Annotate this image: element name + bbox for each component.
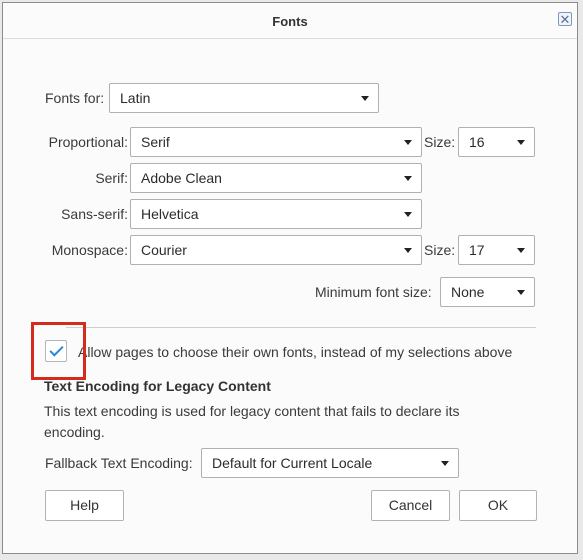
chevron-down-icon [404, 212, 412, 217]
monospace-label: Monospace: [51, 242, 128, 258]
chevron-down-icon [441, 461, 449, 466]
fonts-for-label: Fonts for: [45, 90, 105, 106]
close-button[interactable]: ✕ [558, 12, 572, 26]
chevron-down-icon [404, 140, 412, 145]
minimum-font-size-value: None [451, 284, 485, 300]
serif-value: Adobe Clean [141, 170, 222, 186]
allow-pages-label[interactable]: Allow pages to choose their own fonts, i… [78, 344, 512, 360]
serif-select[interactable]: Adobe Clean [130, 163, 422, 193]
text-encoding-description: This text encoding is used for legacy co… [44, 403, 460, 440]
chevron-down-icon [517, 248, 525, 253]
sans-serif-label: Sans-serif: [61, 206, 128, 222]
monospace-value: Courier [141, 242, 187, 258]
monospace-size-select[interactable]: 17 [458, 235, 535, 265]
close-icon: ✕ [559, 12, 571, 27]
fallback-encoding-select[interactable]: Default for Current Locale [201, 448, 459, 478]
highlight-box [31, 322, 86, 380]
chevron-down-icon [517, 140, 525, 145]
fonts-for-value: Latin [120, 90, 151, 106]
proportional-size-value: 16 [469, 134, 485, 150]
proportional-select[interactable]: Serif [130, 127, 422, 157]
fallback-encoding-value: Default for Current Locale [212, 455, 373, 471]
proportional-value: Serif [141, 134, 170, 150]
chevron-down-icon [404, 248, 412, 253]
proportional-size-label: Size: [424, 134, 456, 150]
minimum-font-size-select[interactable]: None [440, 277, 535, 307]
sans-serif-select[interactable]: Helvetica [130, 199, 422, 229]
serif-label: Serif: [95, 170, 128, 186]
proportional-size-select[interactable]: 16 [458, 127, 535, 157]
section-divider [66, 327, 536, 328]
fonts-for-select[interactable]: Latin [109, 83, 379, 113]
dialog-titlebar: Fonts ✕ [3, 3, 577, 39]
ok-button[interactable]: OK [459, 490, 537, 521]
sans-serif-value: Helvetica [141, 206, 199, 222]
text-encoding-heading: Text Encoding for Legacy Content [44, 378, 271, 394]
monospace-size-label: Size: [424, 242, 456, 258]
monospace-size-value: 17 [469, 242, 485, 258]
chevron-down-icon [404, 176, 412, 181]
chevron-down-icon [517, 290, 525, 295]
dialog-title: Fonts [272, 14, 308, 29]
cancel-button[interactable]: Cancel [371, 490, 450, 521]
proportional-label: Proportional: [48, 134, 128, 150]
chevron-down-icon [361, 96, 369, 101]
minimum-font-size-label: Minimum font size: [315, 284, 432, 300]
help-button[interactable]: Help [45, 490, 124, 521]
fallback-encoding-label: Fallback Text Encoding: [45, 455, 193, 471]
monospace-select[interactable]: Courier [130, 235, 422, 265]
